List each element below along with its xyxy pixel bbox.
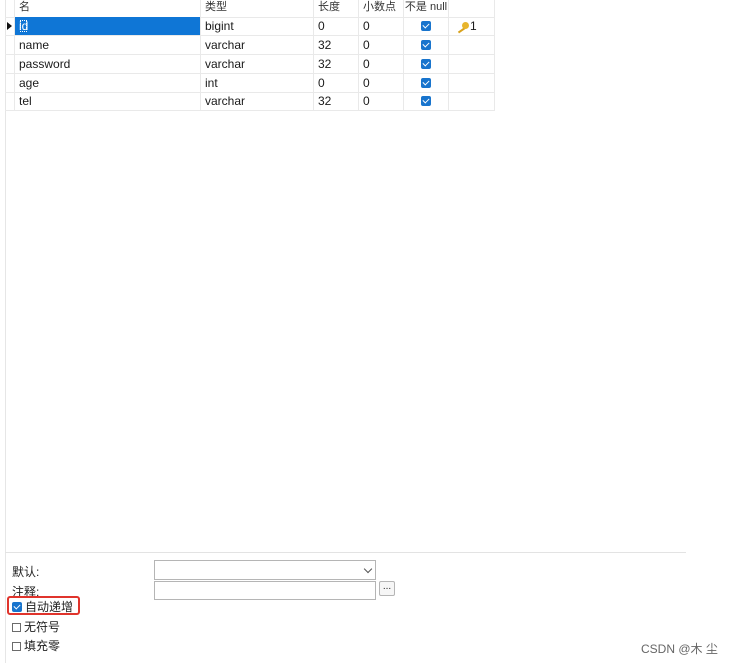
- unsigned-option[interactable]: 无符号: [12, 619, 60, 635]
- header-decimals[interactable]: 小数点: [359, 0, 404, 18]
- field-decimals-cell[interactable]: 0: [359, 36, 404, 55]
- field-type-cell[interactable]: int: [201, 74, 314, 93]
- field-name-cell[interactable]: tel: [15, 92, 201, 111]
- field-key-cell[interactable]: [449, 36, 495, 55]
- field-type-cell[interactable]: varchar: [201, 55, 314, 74]
- field-not-null-cell[interactable]: [404, 92, 449, 111]
- row-selector[interactable]: [5, 55, 15, 74]
- primary-key-icon: [457, 21, 469, 34]
- field-type-cell[interactable]: bigint: [201, 17, 314, 36]
- row-selector[interactable]: [5, 36, 15, 55]
- watermark: CSDN @木 尘: [641, 642, 718, 656]
- auto-increment-highlight: [7, 596, 80, 615]
- field-length-cell[interactable]: 0: [314, 17, 359, 36]
- field-length-cell[interactable]: 32: [314, 36, 359, 55]
- field-type-cell[interactable]: varchar: [201, 36, 314, 55]
- field-not-null-cell[interactable]: [404, 36, 449, 55]
- default-value-dropdown[interactable]: [154, 560, 376, 580]
- comment-input[interactable]: [154, 581, 376, 600]
- header-type[interactable]: 类型: [201, 0, 314, 18]
- field-name-cell[interactable]: age: [15, 74, 201, 93]
- field-decimals-cell[interactable]: 0: [359, 74, 404, 93]
- comment-ellipsis-button[interactable]: ...: [379, 581, 395, 596]
- field-name: id: [19, 19, 29, 33]
- key-order: 1: [470, 19, 477, 33]
- field-key-cell[interactable]: [449, 55, 495, 74]
- field-length-cell[interactable]: 32: [314, 92, 359, 111]
- row-selector[interactable]: [5, 17, 15, 36]
- chevron-down-icon: [363, 564, 373, 574]
- zerofill-label: 填充零: [24, 639, 61, 653]
- row-selector[interactable]: [5, 92, 15, 111]
- zerofill-checkbox[interactable]: [12, 642, 21, 651]
- not-null-checkbox[interactable]: [421, 96, 431, 106]
- field-type-cell[interactable]: varchar: [201, 92, 314, 111]
- unsigned-label: 无符号: [24, 620, 61, 634]
- field-not-null-cell[interactable]: [404, 55, 449, 74]
- field-length-cell[interactable]: 32: [314, 55, 359, 74]
- header-key[interactable]: [449, 0, 495, 18]
- field-key-cell[interactable]: [449, 74, 495, 93]
- row-selector[interactable]: [5, 74, 15, 93]
- properties-divider: [5, 552, 686, 553]
- default-label: 默认:: [12, 565, 40, 579]
- current-row-arrow-icon: [7, 22, 12, 30]
- field-name-cell[interactable]: name: [15, 36, 201, 55]
- field-length-cell[interactable]: 0: [314, 74, 359, 93]
- field-decimals-cell[interactable]: 0: [359, 17, 404, 36]
- field-not-null-cell[interactable]: [404, 74, 449, 93]
- field-name-cell[interactable]: password: [15, 55, 201, 74]
- header-not-null[interactable]: 不是 null: [404, 0, 449, 18]
- not-null-checkbox[interactable]: [421, 78, 431, 88]
- unsigned-checkbox[interactable]: [12, 623, 21, 632]
- zerofill-option[interactable]: 填充零: [12, 638, 60, 654]
- header-length[interactable]: 长度: [314, 0, 359, 18]
- header-name[interactable]: 名: [15, 0, 201, 18]
- field-not-null-cell[interactable]: [404, 17, 449, 36]
- not-null-checkbox[interactable]: [421, 59, 431, 69]
- not-null-checkbox[interactable]: [421, 40, 431, 50]
- field-name-cell[interactable]: id: [15, 17, 201, 36]
- not-null-checkbox[interactable]: [421, 21, 431, 31]
- header-gutter: [5, 0, 15, 18]
- field-key-cell[interactable]: [449, 92, 495, 111]
- field-key-cell[interactable]: 1: [449, 17, 495, 36]
- field-decimals-cell[interactable]: 0: [359, 92, 404, 111]
- field-decimals-cell[interactable]: 0: [359, 55, 404, 74]
